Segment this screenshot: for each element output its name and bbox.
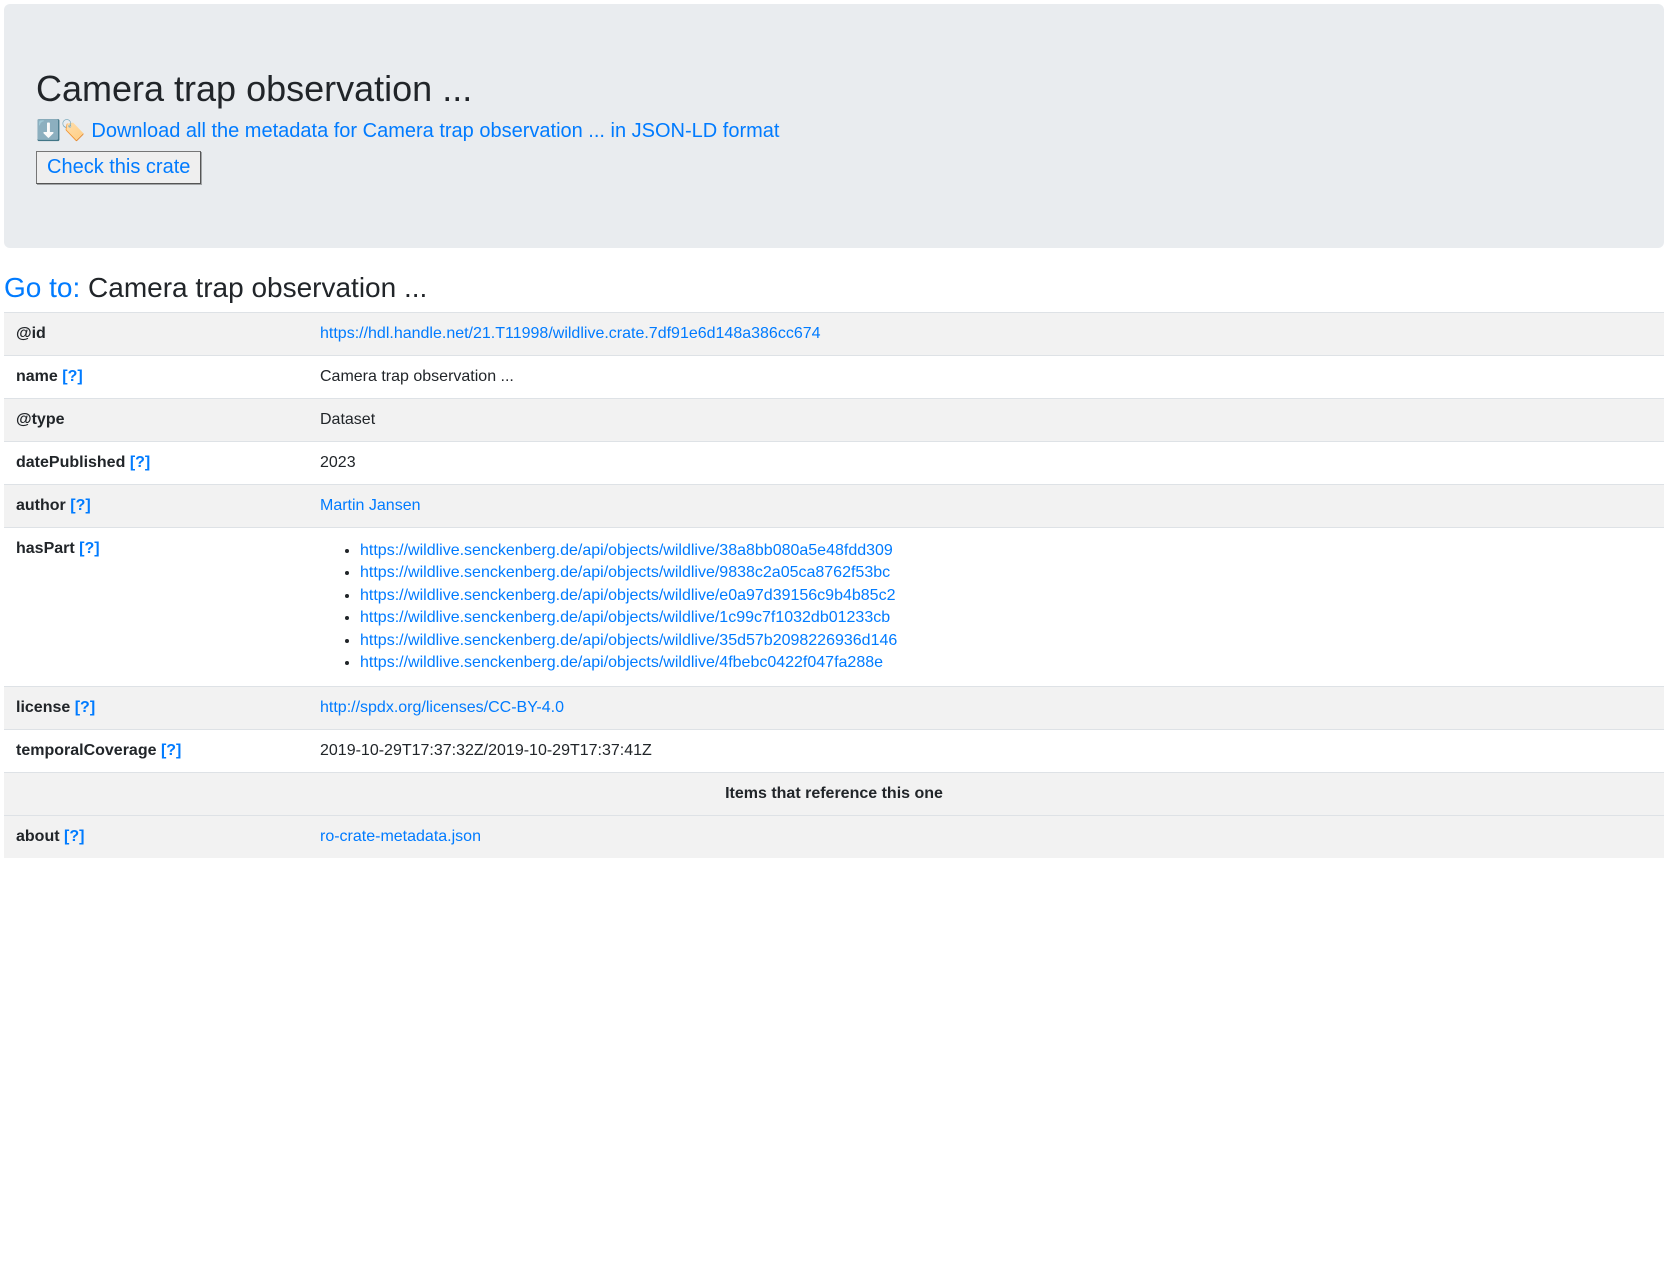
- list-item: https://wildlive.senckenberg.de/api/obje…: [360, 607, 1652, 629]
- row-key-haspart: hasPart: [16, 540, 75, 557]
- row-key-datepublished: datePublished: [16, 454, 125, 471]
- datepublished-value: 2023: [308, 442, 1664, 485]
- id-link[interactable]: https://hdl.handle.net/21.T11998/wildliv…: [320, 325, 821, 342]
- haspart-link[interactable]: https://wildlive.senckenberg.de/api/obje…: [360, 587, 895, 604]
- table-row: datePublished [?] 2023: [4, 442, 1664, 485]
- goto-target: Camera trap observation ...: [88, 272, 427, 303]
- haspart-link[interactable]: https://wildlive.senckenberg.de/api/obje…: [360, 564, 890, 581]
- help-icon[interactable]: [?]: [64, 828, 84, 845]
- row-key-temporalcoverage: temporalCoverage: [16, 742, 157, 759]
- haspart-list: https://wildlive.senckenberg.de/api/obje…: [320, 540, 1652, 674]
- help-icon[interactable]: [?]: [130, 454, 150, 471]
- name-value: Camera trap observation ...: [308, 356, 1664, 399]
- row-key-type: @type: [4, 399, 308, 442]
- table-row: temporalCoverage [?] 2019-10-29T17:37:32…: [4, 730, 1664, 773]
- check-crate-button[interactable]: Check this crate: [36, 151, 201, 184]
- row-key-name: name: [16, 368, 58, 385]
- row-key-about: about: [16, 828, 60, 845]
- table-row: hasPart [?] https://wildlive.senckenberg…: [4, 528, 1664, 687]
- row-key-license: license: [16, 699, 70, 716]
- help-icon[interactable]: [?]: [75, 699, 95, 716]
- download-line: ⬇️🏷️ Download all the metadata for Camer…: [36, 118, 1632, 143]
- row-key-author: author: [16, 497, 66, 514]
- table-row: @id https://hdl.handle.net/21.T11998/wil…: [4, 313, 1664, 356]
- table-row: about [?] ro-crate-metadata.json: [4, 816, 1664, 859]
- help-icon[interactable]: [?]: [62, 368, 82, 385]
- help-icon[interactable]: [?]: [161, 742, 181, 759]
- page-title: Camera trap observation ...: [36, 68, 1632, 110]
- download-icon: ⬇️🏷️: [36, 120, 91, 142]
- type-value: Dataset: [308, 399, 1664, 442]
- list-item: https://wildlive.senckenberg.de/api/obje…: [360, 562, 1652, 584]
- temporalcoverage-value: 2019-10-29T17:37:32Z/2019-10-29T17:37:41…: [308, 730, 1664, 773]
- license-link[interactable]: http://spdx.org/licenses/CC-BY-4.0: [320, 699, 564, 716]
- list-item: https://wildlive.senckenberg.de/api/obje…: [360, 540, 1652, 562]
- section-header-row: Items that reference this one: [4, 773, 1664, 816]
- metadata-table: @id https://hdl.handle.net/21.T11998/wil…: [4, 312, 1664, 858]
- help-icon[interactable]: [?]: [70, 497, 90, 514]
- list-item: https://wildlive.senckenberg.de/api/obje…: [360, 630, 1652, 652]
- table-row: name [?] Camera trap observation ...: [4, 356, 1664, 399]
- haspart-link[interactable]: https://wildlive.senckenberg.de/api/obje…: [360, 654, 883, 671]
- about-link[interactable]: ro-crate-metadata.json: [320, 828, 481, 845]
- goto-heading: Go to: Camera trap observation ...: [4, 272, 1668, 304]
- table-row: license [?] http://spdx.org/licenses/CC-…: [4, 687, 1664, 730]
- haspart-link[interactable]: https://wildlive.senckenberg.de/api/obje…: [360, 632, 897, 649]
- row-key-id: @id: [4, 313, 308, 356]
- haspart-link[interactable]: https://wildlive.senckenberg.de/api/obje…: [360, 542, 893, 559]
- help-icon[interactable]: [?]: [79, 540, 99, 557]
- haspart-link[interactable]: https://wildlive.senckenberg.de/api/obje…: [360, 609, 890, 626]
- table-row: @type Dataset: [4, 399, 1664, 442]
- section-header: Items that reference this one: [4, 773, 1664, 816]
- list-item: https://wildlive.senckenberg.de/api/obje…: [360, 585, 1652, 607]
- author-link[interactable]: Martin Jansen: [320, 497, 421, 514]
- download-metadata-link[interactable]: Download all the metadata for Camera tra…: [91, 120, 779, 142]
- goto-link[interactable]: Go to:: [4, 272, 80, 303]
- list-item: https://wildlive.senckenberg.de/api/obje…: [360, 652, 1652, 674]
- header-panel: Camera trap observation ... ⬇️🏷️ Downloa…: [4, 4, 1664, 248]
- table-row: author [?] Martin Jansen: [4, 485, 1664, 528]
